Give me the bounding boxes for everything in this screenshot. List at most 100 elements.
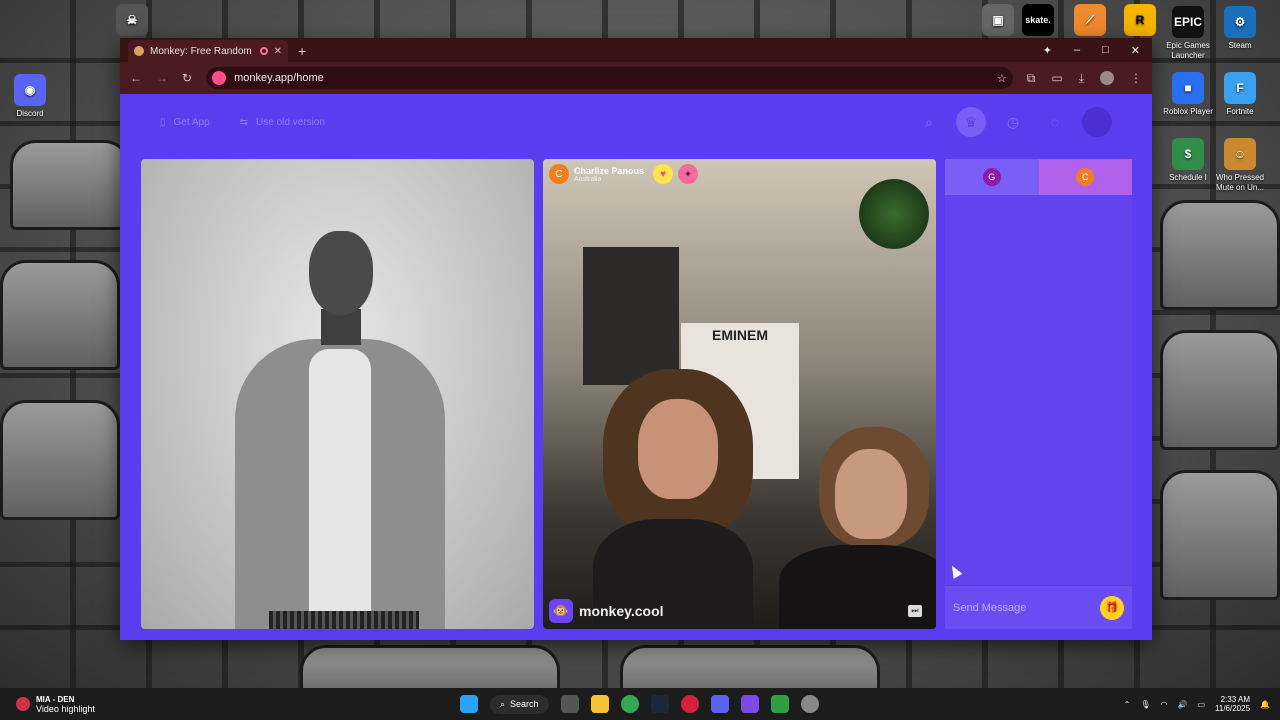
steam-icon: ⚙ <box>1224 6 1256 38</box>
tab-strip: Monkey: Free Random Vide ✕ + ✦ – □ ✕ <box>120 38 1152 62</box>
microphone-icon[interactable]: 🎙 <box>1140 700 1150 709</box>
desktop-icon-epic[interactable]: EPIC Epic Games Launcher <box>1160 6 1216 61</box>
minimize-button[interactable]: – <box>1074 44 1080 56</box>
remote-video-pane: EMINEM C Charlize Panous Australia ♥ ✦ 🐵… <box>543 159 936 629</box>
skip-icon[interactable]: ⏭ <box>908 605 922 617</box>
close-window-button[interactable]: ✕ <box>1131 44 1140 57</box>
chat-tabs: G C <box>945 159 1132 195</box>
maximize-button[interactable]: □ <box>1102 44 1109 56</box>
forward-icon[interactable]: → <box>156 71 168 85</box>
back-icon[interactable]: ← <box>130 71 142 85</box>
chat-tab-c[interactable]: C <box>1038 159 1132 195</box>
clock[interactable]: 2:33 AM 11/6/2025 <box>1215 695 1250 713</box>
discord-icon[interactable] <box>710 695 729 713</box>
highlight-title: MIA - DEN <box>36 694 75 704</box>
wifi-icon[interactable]: ◠ <box>1161 700 1168 709</box>
chat-tab-g[interactable]: G <box>945 159 1039 195</box>
desktop-icon-roblox[interactable]: ■ Roblox Player <box>1160 72 1216 117</box>
crown-icon[interactable]: ♛ <box>956 107 986 137</box>
desktop-icon-label: Schedule I <box>1169 173 1207 182</box>
site-info-icon[interactable] <box>212 71 227 85</box>
settings-icon[interactable] <box>800 695 819 713</box>
send-message-input[interactable] <box>953 601 1100 614</box>
desktop-icon-fortnite[interactable]: F Fortnite <box>1212 72 1268 117</box>
desktop-icon-label: Roblox Player <box>1163 107 1213 116</box>
skate-icon: skate. <box>1022 4 1054 36</box>
clock-time: 2:33 AM <box>1220 695 1251 704</box>
person-face <box>638 399 718 499</box>
desktop-icon-skate[interactable]: skate. <box>1010 4 1066 39</box>
desktop-icon-label: Steam <box>1228 41 1252 50</box>
desktop-icon-discord[interactable]: ◉ Discord <box>2 74 58 119</box>
app-icon[interactable] <box>770 695 789 713</box>
opera-icon[interactable] <box>680 695 699 713</box>
download-icon[interactable]: ⤓ <box>1079 71 1084 86</box>
highlight-subtitle: Video highlight <box>36 703 95 714</box>
bookmark-star-icon[interactable]: ☆ <box>997 72 1007 85</box>
desktop-icon-steam[interactable]: ⚙ Steam <box>1212 6 1268 51</box>
browser-window: Monkey: Free Random Vide ✕ + ✦ – □ ✕ ← →… <box>120 38 1152 640</box>
desktop-icon-app[interactable]: ⟋ <box>1062 4 1118 39</box>
app-header: ▯ Get App ⇆ Use old version ⌕ ♛ ◷ ◌ <box>120 94 1152 150</box>
fortnite-icon: F <box>1224 72 1256 104</box>
monkey-logo-icon: 🐵 <box>549 599 573 623</box>
profile-avatar-icon[interactable] <box>1100 71 1114 85</box>
remote-user-avatar[interactable]: C <box>549 164 569 184</box>
remote-user-text: Charlize Panous Australia <box>574 166 644 183</box>
remote-user-name[interactable]: Charlize Panous <box>574 166 644 176</box>
steam-icon[interactable] <box>650 695 669 713</box>
heart-badge-icon[interactable]: ♥ <box>653 164 674 184</box>
chat-tab-avatar: C <box>1076 168 1095 186</box>
gemini-icon[interactable]: ✦ <box>1043 44 1052 57</box>
new-tab-button[interactable]: + <box>298 43 306 59</box>
tab-search-icon[interactable]: ▭ <box>1051 71 1062 85</box>
wallpaper-seat <box>10 140 130 230</box>
desktop-icon-rockstar[interactable]: R <box>1112 4 1168 39</box>
chevron-up-icon[interactable]: ⌃ <box>1124 700 1131 709</box>
phone-icon: ▯ <box>160 116 166 128</box>
wallpaper-seat <box>1160 470 1280 600</box>
windows-start-icon[interactable] <box>460 695 478 713</box>
rockstar-icon: R <box>1124 4 1156 36</box>
menu-kebab-icon[interactable]: ⋮ <box>1130 71 1142 85</box>
wallpaper-seat <box>1160 200 1280 310</box>
search-icon[interactable]: ⌕ <box>914 107 944 137</box>
roblox-icon: ■ <box>1172 72 1204 104</box>
editor-icon[interactable] <box>740 695 759 713</box>
file-explorer-icon[interactable] <box>590 695 609 713</box>
plant-image <box>859 179 929 249</box>
volume-icon[interactable]: 🔊 <box>1178 700 1188 709</box>
chat-tab-avatar: G <box>982 168 1001 186</box>
get-app-link[interactable]: ▯ Get App <box>160 117 210 128</box>
desktop-icon-schedule[interactable]: $ Schedule I <box>1160 138 1216 183</box>
gift-badge-icon[interactable]: ✦ <box>678 164 699 184</box>
desktop-icon-label: Fortnite <box>1226 107 1254 116</box>
browser-toolbar: ⧉ ▭ ⤓ ⋮ <box>1027 71 1142 86</box>
chrome-icon[interactable] <box>620 695 639 713</box>
extensions-icon[interactable]: ⧉ <box>1027 71 1036 86</box>
task-view-icon[interactable] <box>560 695 579 713</box>
system-tray: ⌃ 🎙 ◠ 🔊 ▭ 2:33 AM 11/6/2025 🔔 <box>1124 695 1280 713</box>
history-icon[interactable]: ◷ <box>998 107 1028 137</box>
close-tab-icon[interactable]: ✕ <box>274 46 282 57</box>
use-old-version-link[interactable]: ⇆ Use old version <box>240 117 325 128</box>
remote-user-country: Australia <box>574 175 602 183</box>
skate-label: skate. <box>1025 15 1051 25</box>
video-chat-area: EMINEM C Charlize Panous Australia ♥ ✦ 🐵… <box>141 159 1132 629</box>
taskbar-widget[interactable]: MIA - DEN Video highlight <box>0 695 460 714</box>
app-icon: ⟋ <box>1074 4 1106 36</box>
desktop-icon-skull[interactable]: ☠ <box>104 4 160 39</box>
taskbar-search[interactable]: ⌕ Search <box>490 694 549 714</box>
browser-tab[interactable]: Monkey: Free Random Vide ✕ <box>128 40 288 62</box>
chat-bubble-icon[interactable]: ◌ <box>1040 107 1070 137</box>
desktop-icon-game[interactable]: ☺ Who Pressed Mute on Un... <box>1212 138 1268 193</box>
gift-icon[interactable]: 🎁 <box>1100 595 1124 620</box>
battery-icon[interactable]: ▭ <box>1197 700 1205 709</box>
reload-icon[interactable]: ↻ <box>182 71 192 85</box>
search-label: Search <box>510 699 539 709</box>
wall-poster <box>583 247 679 385</box>
url-text: monkey.app/home <box>234 72 324 84</box>
url-field[interactable]: monkey.app/home ☆ <box>206 67 1013 89</box>
notification-bell-icon[interactable]: 🔔 <box>1260 700 1270 709</box>
profile-avatar[interactable] <box>1082 107 1112 137</box>
